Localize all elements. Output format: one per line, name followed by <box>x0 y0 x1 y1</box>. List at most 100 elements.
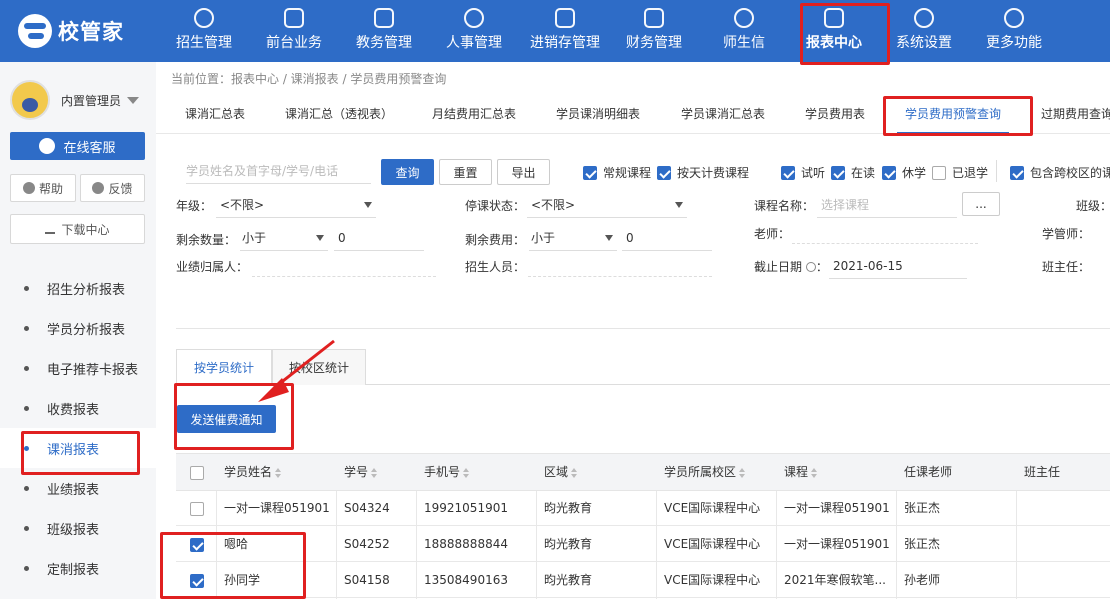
checkbox-regular-course[interactable]: 常规课程 <box>583 164 651 181</box>
tab-by-student[interactable]: 按学员统计 <box>176 349 272 386</box>
search-input[interactable]: 学员姓名及首字母/学号/电话 <box>186 158 371 184</box>
checkbox-enrolled[interactable]: 在读 <box>831 164 875 181</box>
reset-button[interactable]: 重置 <box>439 159 492 185</box>
column-student-id[interactable]: 学号 <box>344 454 378 491</box>
tab-fee-warning[interactable]: 学员费用预警查询 <box>897 96 1010 134</box>
suspend-status-label: 停课状态： <box>465 199 526 213</box>
online-support-button[interactable]: 在线客服 <box>10 132 145 160</box>
checkbox-checked-icon <box>882 165 896 180</box>
course-picker-button[interactable]: ... <box>962 192 1000 216</box>
nav-item-recruit[interactable]: 招生管理 <box>163 0 245 62</box>
table-row[interactable]: 孙同学 S04158 13508490163 昀光教育 VCE国际课程中心 20… <box>176 563 1110 598</box>
tab-student-fee[interactable]: 学员费用表 <box>805 96 865 134</box>
column-teacher[interactable]: 任课老师 <box>904 454 952 491</box>
tab-student-consumption-detail[interactable]: 学员课消明细表 <box>556 96 640 134</box>
logo-text: 校管家 <box>58 20 124 44</box>
nav-item-academic[interactable]: 教务管理 <box>343 0 425 62</box>
query-button[interactable]: 查询 <box>381 159 434 185</box>
sidebar-item-student-report[interactable]: 学员分析报表 <box>0 308 156 348</box>
remain-qty-input[interactable]: 0 <box>334 225 424 251</box>
row-checkbox[interactable] <box>190 491 210 526</box>
nav-item-settings[interactable]: 系统设置 <box>883 0 965 62</box>
export-button[interactable]: 导出 <box>497 159 550 185</box>
suspend-status-select[interactable]: <不限> <box>527 192 687 218</box>
send-payment-reminder-button[interactable]: 发送催费通知 <box>177 405 276 433</box>
teacher-input[interactable] <box>792 218 978 244</box>
sidebar-item-class-report[interactable]: 班级报表 <box>0 508 156 548</box>
tab-expired-fee[interactable]: 过期费用查询 <box>1041 96 1110 134</box>
user-menu[interactable]: 内置管理员 <box>10 80 140 120</box>
cell-teacher: 张正杰 <box>904 501 941 515</box>
nav-item-more[interactable]: 更多功能 <box>973 0 1055 62</box>
nav-item-hr[interactable]: 人事管理 <box>433 0 515 62</box>
tab-monthly-fee-summary[interactable]: 月结费用汇总表 <box>432 96 516 134</box>
recruiter-input[interactable] <box>528 251 712 277</box>
remain-fee-input[interactable]: 0 <box>622 225 712 251</box>
sidebar-item-enrollment-report[interactable]: 招生分析报表 <box>0 268 156 308</box>
sidebar-item-consumption-report[interactable]: 课消报表 <box>0 428 156 468</box>
tab-consumption-summary[interactable]: 课消汇总表 <box>185 96 245 134</box>
tab-consumption-pivot[interactable]: 课消汇总（透视表） <box>285 96 393 134</box>
bullet-icon <box>24 285 29 291</box>
column-phone[interactable]: 手机号 <box>424 454 470 491</box>
column-student-name[interactable]: 学员姓名 <box>224 454 282 491</box>
download-center-button[interactable]: 下载中心 <box>10 214 145 244</box>
logo-icon <box>18 14 52 48</box>
nav-item-finance[interactable]: 财务管理 <box>613 0 695 62</box>
sidebar-item-performance-report[interactable]: 业绩报表 <box>0 468 156 508</box>
class-label: 班级： <box>1076 199 1110 213</box>
row-checkbox[interactable] <box>190 563 210 598</box>
table-row[interactable]: 一对一课程051901 S04324 19921051901 昀光教育 VCE国… <box>176 491 1110 526</box>
sort-icon <box>371 467 378 478</box>
filter-divider <box>996 160 997 182</box>
column-campus[interactable]: 学员所属校区 <box>664 454 746 491</box>
nav-item-inventory[interactable]: 进销存管理 <box>521 0 609 62</box>
head-teacher-label: 班主任： <box>1042 260 1091 274</box>
help-button[interactable]: 帮助 <box>10 174 76 202</box>
nav-item-reports[interactable]: 报表中心 <box>793 0 875 62</box>
row-checkbox[interactable] <box>190 527 210 562</box>
tab-student-consumption-summary[interactable]: 学员课消汇总表 <box>681 96 765 134</box>
sort-icon <box>463 467 470 478</box>
column-divider <box>536 491 537 599</box>
course-name-input[interactable]: 选择课程 <box>817 192 957 218</box>
top-navigation-bar: 校管家 招生管理 前台业务 教务管理 人事管理 进销存管理 财务管理 师生信 报… <box>0 0 1110 62</box>
cell-course: 2021年寒假软笔... <box>784 573 886 587</box>
nav-item-messages[interactable]: 师生信 <box>703 0 785 62</box>
cell-region: 昀光教育 <box>544 501 593 515</box>
feedback-button[interactable]: 反馈 <box>80 174 145 202</box>
table-row[interactable]: 嗯哈 S04252 18888888844 昀光教育 VCE国际课程中心 一对一… <box>176 527 1110 562</box>
sidebar-item-fee-report[interactable]: 收费报表 <box>0 388 156 428</box>
cell-phone: 13508490163 <box>424 573 508 587</box>
checkbox-unchecked-icon <box>190 465 204 480</box>
column-head-teacher[interactable]: 班主任 <box>1024 454 1060 491</box>
sidebar-item-referral-report[interactable]: 电子推荐卡报表 <box>0 348 156 388</box>
cell-region: 昀光教育 <box>544 537 593 551</box>
select-all-checkbox[interactable] <box>190 454 210 491</box>
remain-qty-operator-select[interactable]: 小于 <box>240 225 328 251</box>
help-circle-icon <box>805 262 816 272</box>
checkbox-daily-course[interactable]: 按天计费课程 <box>657 164 749 181</box>
table-header: 学员姓名 学号 手机号 区域 学员所属校区 课程 任课老师 班主任 <box>176 453 1110 491</box>
column-divider <box>216 491 217 599</box>
checkbox-cross-campus[interactable]: 包含跨校区的课 <box>1010 164 1110 181</box>
recruiter-label: 招生人员： <box>465 260 526 274</box>
sidebar-item-custom-report[interactable]: 定制报表 <box>0 548 156 588</box>
remain-fee-operator-select[interactable]: 小于 <box>529 225 617 251</box>
column-divider <box>336 491 337 599</box>
logo[interactable]: 校管家 <box>18 14 124 48</box>
checkbox-withdrawn[interactable]: 已退学 <box>932 164 988 181</box>
column-region[interactable]: 区域 <box>544 454 578 491</box>
grade-select[interactable]: <不限> <box>216 192 376 218</box>
tab-by-campus[interactable]: 按校区统计 <box>272 349 366 385</box>
breadcrumb: 当前位置：报表中心 / 课消报表 / 学员费用预警查询 <box>171 72 447 86</box>
performance-owner-input[interactable] <box>252 251 436 277</box>
checkbox-suspended[interactable]: 休学 <box>882 164 926 181</box>
bullet-icon <box>24 325 29 331</box>
checkbox-trial[interactable]: 试听 <box>781 164 825 181</box>
deadline-date-input[interactable]: 2021-06-15 <box>829 253 967 279</box>
nav-item-front-desk[interactable]: 前台业务 <box>253 0 335 62</box>
cell-student-id: S04324 <box>344 501 390 515</box>
column-course[interactable]: 课程 <box>784 454 818 491</box>
chevron-down-icon <box>364 202 372 208</box>
